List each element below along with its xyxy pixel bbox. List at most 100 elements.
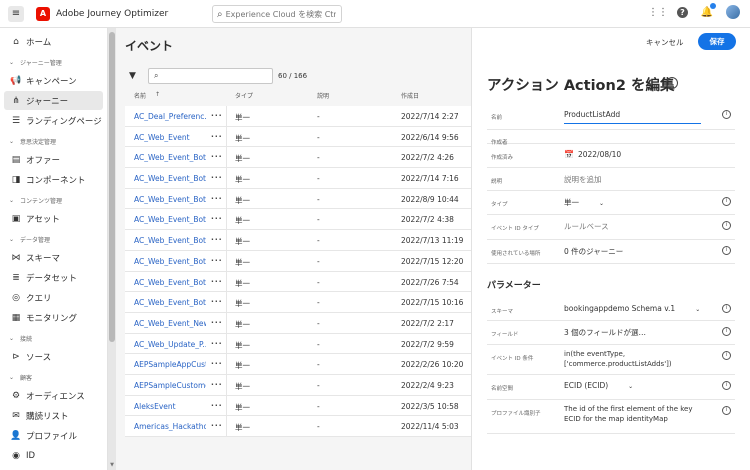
table-row[interactable]: AC_Web_Event_Bot... ··· 単一 - 2022/8/9 10… bbox=[125, 188, 471, 210]
table-row[interactable]: AC_Web_Event_Bot... ··· 単一 - 2022/7/26 7… bbox=[125, 271, 471, 293]
global-search[interactable]: ⌕ bbox=[212, 5, 342, 23]
list-search-input[interactable]: ⌕ bbox=[148, 68, 273, 84]
column-header-type[interactable]: タイプ bbox=[235, 91, 253, 100]
event-name-link[interactable]: AEPSampleCustomo... bbox=[134, 381, 206, 390]
sidebar-item[interactable]: ⋔ ジャーニー bbox=[4, 91, 103, 110]
sidebar-scrollbar[interactable]: ▼ bbox=[108, 28, 116, 470]
table-row[interactable]: AC_Web_Event_Bot... ··· 単一 - 2022/7/2 4:… bbox=[125, 209, 471, 231]
scroll-down-arrow-icon[interactable]: ▼ bbox=[108, 462, 116, 468]
info-icon[interactable]: i bbox=[722, 246, 731, 255]
global-search-input[interactable] bbox=[225, 9, 336, 19]
info-icon[interactable]: i bbox=[666, 77, 678, 89]
event-name-link[interactable]: AC_Web_Event_Bot... bbox=[134, 236, 206, 245]
sidebar-item[interactable]: ▣ アセット bbox=[4, 209, 103, 228]
more-actions-icon[interactable]: ··· bbox=[211, 401, 223, 410]
help-icon[interactable]: ? bbox=[677, 6, 688, 18]
cancel-button[interactable]: キャンセル bbox=[646, 37, 684, 48]
sidebar-item[interactable]: ⌂ ホーム bbox=[4, 32, 103, 51]
event-name-link[interactable]: AleksEvent bbox=[134, 402, 206, 411]
chevron-down-icon[interactable]: ⌄ bbox=[695, 306, 700, 313]
field-value-container[interactable]: 単一 ⌄ bbox=[564, 197, 604, 208]
event-name-link[interactable]: AEPSampleAppCust... bbox=[134, 360, 206, 369]
info-icon[interactable]: i bbox=[722, 221, 731, 230]
sidebar-item[interactable]: ▤ オファー bbox=[4, 150, 103, 169]
column-header-name[interactable]: 名前 bbox=[134, 91, 146, 100]
event-name-link[interactable]: AC_Web_Event_BotA bbox=[134, 153, 206, 162]
table-row[interactable]: AC_Deal_Preferenc... ··· 単一 - 2022/7/14 … bbox=[125, 106, 471, 127]
event-name-link[interactable]: AC_Web_Event_Bot... bbox=[134, 195, 206, 204]
user-avatar[interactable] bbox=[726, 5, 740, 19]
table-row[interactable]: AC_Web_Event_Bot... ··· 単一 - 2022/7/14 7… bbox=[125, 168, 471, 189]
more-actions-icon[interactable]: ··· bbox=[211, 173, 223, 182]
sidebar-item[interactable]: ⋈ スキーマ bbox=[4, 248, 103, 267]
more-actions-icon[interactable]: ··· bbox=[211, 111, 223, 120]
sidebar-item[interactable]: ◨ コンポーネント bbox=[4, 170, 103, 189]
field-value-container[interactable]: bookingappdemo Schema v.1 ⌄ bbox=[564, 304, 700, 313]
event-name-link[interactable]: AC_Deal_Preferenc... bbox=[134, 112, 206, 121]
sidebar-item[interactable]: ☰ ランディングページ bbox=[4, 111, 103, 130]
table-row[interactable]: AC_Web_Event_Bot... ··· 単一 - 2022/7/15 1… bbox=[125, 292, 471, 313]
table-row[interactable]: AEPSampleAppCust... ··· 単一 - 2022/2/26 1… bbox=[125, 354, 471, 375]
more-actions-icon[interactable]: ··· bbox=[211, 214, 223, 223]
info-icon[interactable]: i bbox=[722, 381, 731, 390]
more-actions-icon[interactable]: ··· bbox=[211, 297, 223, 306]
field-value-container[interactable]: ECID (ECID) ⌄ bbox=[564, 381, 633, 390]
sidebar-item[interactable]: ✉ 購読リスト bbox=[4, 406, 103, 425]
more-actions-icon[interactable]: ··· bbox=[211, 194, 223, 203]
more-actions-icon[interactable]: ··· bbox=[211, 132, 223, 141]
column-header-created[interactable]: 作成日 bbox=[401, 91, 419, 100]
table-row[interactable]: AC_Web_Event_Bot... ··· 単一 - 2022/7/13 1… bbox=[125, 230, 471, 251]
sidebar-item[interactable]: ⊳ ソース bbox=[4, 347, 103, 366]
more-actions-icon[interactable]: ··· bbox=[211, 421, 223, 430]
notification-bell-icon[interactable]: 🔔 bbox=[700, 3, 716, 19]
info-icon[interactable]: i bbox=[722, 351, 731, 360]
table-row[interactable]: AC_Web_Event_New ··· 単一 - 2022/7/2 2:17 bbox=[125, 312, 471, 334]
sidebar-item[interactable]: ◉ ID bbox=[4, 446, 103, 465]
event-name-link[interactable]: AC_Web_Event_Bot... bbox=[134, 257, 206, 266]
more-actions-icon[interactable]: ··· bbox=[211, 256, 223, 265]
table-row[interactable]: Americas_Hackatho... ··· 単一 - 2022/11/4 … bbox=[125, 416, 471, 437]
more-actions-icon[interactable]: ··· bbox=[211, 359, 223, 368]
sidebar-item[interactable]: ▦ モニタリング bbox=[4, 308, 103, 327]
event-name-link[interactable]: AC_Web_Update_P... bbox=[134, 340, 206, 349]
hamburger-menu-button[interactable]: ≡ bbox=[8, 5, 24, 22]
table-row[interactable]: AC_Web_Event_Bot... ··· 単一 - 2022/7/15 1… bbox=[125, 250, 471, 272]
table-row[interactable]: AC_Web_Update_P... ··· 単一 - 2022/7/2 9:5… bbox=[125, 333, 471, 355]
event-name-link[interactable]: AC_Web_Event_Bot... bbox=[134, 174, 206, 183]
calendar-icon[interactable]: 📅 bbox=[564, 150, 574, 159]
event-name-link[interactable]: AC_Web_Event_Bot... bbox=[134, 278, 206, 287]
scrollbar-thumb[interactable] bbox=[109, 32, 115, 342]
table-row[interactable]: AEPSampleCustomo... ··· 単一 - 2022/2/4 9:… bbox=[125, 374, 471, 396]
sidebar-item[interactable]: 👤 プロファイル bbox=[4, 426, 103, 445]
info-icon[interactable]: i bbox=[722, 327, 731, 336]
filter-icon[interactable]: ▼ bbox=[129, 71, 136, 81]
more-actions-icon[interactable]: ··· bbox=[211, 339, 223, 348]
save-button[interactable]: 保存 bbox=[698, 33, 736, 50]
more-actions-icon[interactable]: ··· bbox=[211, 152, 223, 161]
sidebar-item[interactable]: 📢 キャンペーン bbox=[4, 71, 103, 90]
sort-ascending-icon[interactable]: ↑ bbox=[155, 91, 160, 98]
adobe-logo-icon[interactable]: A bbox=[36, 6, 50, 21]
table-row[interactable]: AleksEvent ··· 単一 - 2022/3/5 10:58 bbox=[125, 395, 471, 417]
event-name-link[interactable]: AC_Web_Event_New bbox=[134, 319, 206, 328]
chevron-down-icon[interactable]: ⌄ bbox=[599, 200, 604, 207]
more-actions-icon[interactable]: ··· bbox=[211, 318, 223, 327]
event-name-link[interactable]: AC_Web_Event bbox=[134, 133, 206, 142]
more-actions-icon[interactable]: ··· bbox=[211, 235, 223, 244]
info-icon[interactable]: i bbox=[722, 304, 731, 313]
table-row[interactable]: AC_Web_Event ··· 単一 - 2022/6/14 9:56 bbox=[125, 126, 471, 148]
more-actions-icon[interactable]: ··· bbox=[211, 277, 223, 286]
info-icon[interactable]: i bbox=[722, 197, 731, 206]
sidebar-item[interactable]: ≣ データセット bbox=[4, 268, 103, 287]
info-icon[interactable]: i bbox=[722, 110, 731, 119]
table-row[interactable]: AC_Web_Event_BotA ··· 単一 - 2022/7/2 4:26 bbox=[125, 147, 471, 169]
chevron-down-icon[interactable]: ⌄ bbox=[628, 383, 633, 390]
sidebar-item[interactable]: ⚙ オーディエンス bbox=[4, 386, 103, 405]
app-switcher-icon[interactable]: ⋮⋮ bbox=[648, 5, 668, 19]
column-header-description[interactable]: 説明 bbox=[317, 91, 329, 100]
more-actions-icon[interactable]: ··· bbox=[211, 380, 223, 389]
field-value-container[interactable]: ProductListAdd bbox=[564, 110, 701, 124]
sidebar-item[interactable]: ◎ クエリ bbox=[4, 288, 103, 307]
info-icon[interactable]: i bbox=[722, 406, 731, 415]
event-name-link[interactable]: AC_Web_Event_Bot... bbox=[134, 298, 206, 307]
